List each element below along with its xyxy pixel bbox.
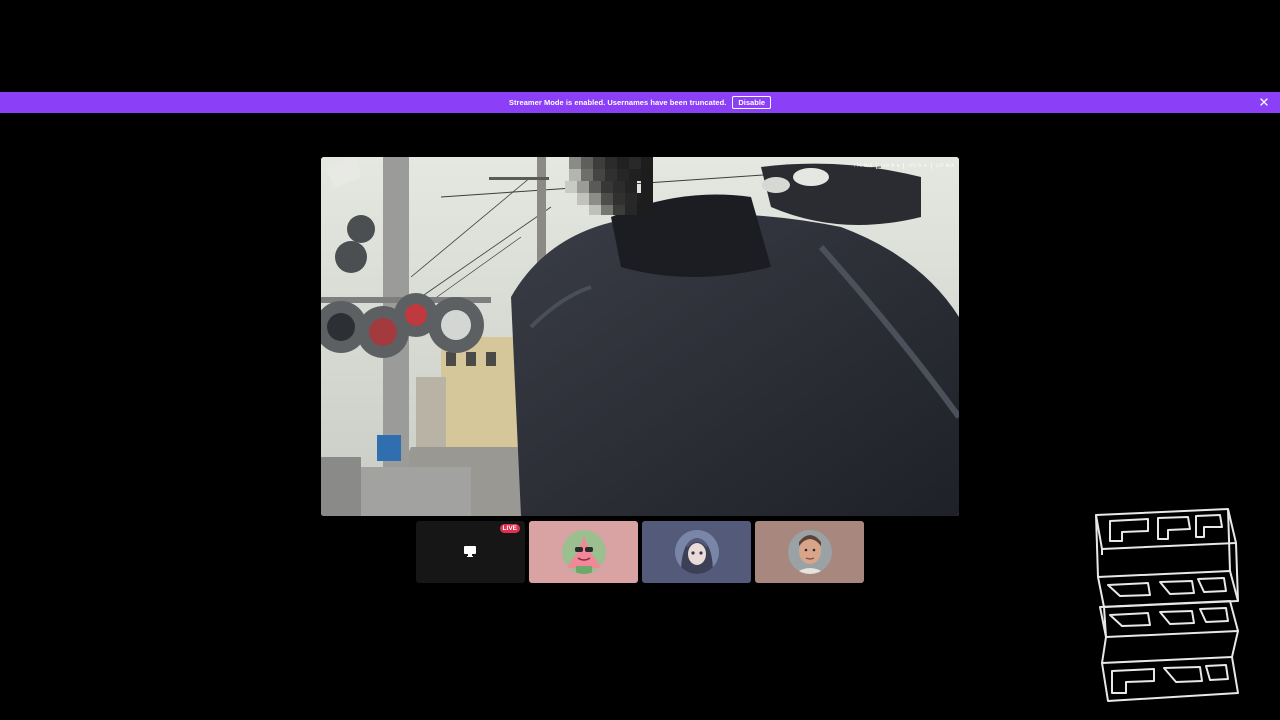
participant-tile-3[interactable] bbox=[755, 521, 864, 583]
monitor-icon bbox=[464, 546, 476, 557]
participant-tiles: LIVE bbox=[416, 521, 864, 583]
stat-divider bbox=[876, 163, 878, 169]
video-frame bbox=[321, 157, 959, 516]
streamer-mode-banner: Streamer Mode is enabled. Usernames have… bbox=[0, 92, 1280, 113]
man-avatar-icon bbox=[787, 530, 832, 574]
stat-divider bbox=[903, 163, 905, 169]
wireframe-logo-icon bbox=[1095, 508, 1239, 702]
participant-tile-1[interactable] bbox=[529, 521, 638, 583]
banner-message: Streamer Mode is enabled. Usernames have… bbox=[508, 98, 727, 107]
stat-divider bbox=[930, 163, 932, 169]
stat-gpu: GPU 9 % bbox=[881, 163, 900, 169]
live-badge: LIVE bbox=[499, 524, 520, 533]
stat-fps: FPS N/A bbox=[853, 163, 873, 169]
disable-streamer-mode-button[interactable]: Disable bbox=[732, 96, 772, 109]
stat-lat: LAT N/A bbox=[935, 163, 954, 169]
participant-tile-2[interactable] bbox=[642, 521, 751, 583]
close-icon[interactable] bbox=[1258, 96, 1270, 108]
starfish-avatar-icon bbox=[561, 530, 606, 574]
screen-share-tile[interactable]: LIVE bbox=[416, 521, 525, 583]
main-video-stream[interactable]: FPS N/A GPU 9 % CPU 5 % LAT N/A bbox=[321, 157, 959, 516]
performance-stats: FPS N/A GPU 9 % CPU 5 % LAT N/A bbox=[854, 163, 954, 169]
stat-cpu: CPU 5 % bbox=[908, 163, 927, 169]
anime-avatar-icon bbox=[674, 530, 719, 574]
